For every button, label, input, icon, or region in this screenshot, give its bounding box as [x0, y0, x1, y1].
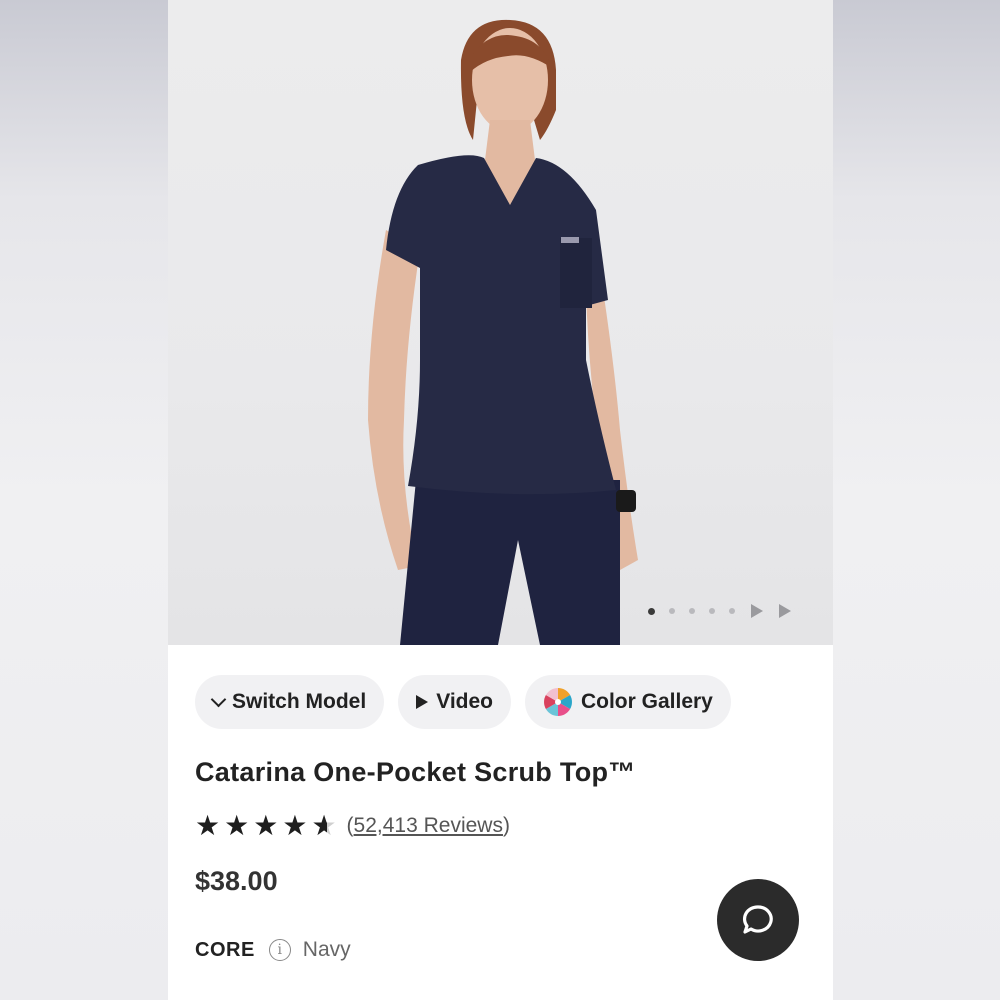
color-gallery-label: Color Gallery	[580, 690, 713, 713]
star-icon: ★	[282, 809, 308, 842]
carousel-indicator[interactable]	[648, 604, 791, 618]
product-rating[interactable]: ★ ★ ★ ★ ★ ★ (52,413 Reviews)	[195, 812, 510, 840]
video-play-indicator-icon[interactable]	[751, 604, 763, 618]
carousel-dot[interactable]	[709, 608, 715, 614]
play-icon	[416, 695, 429, 709]
star-icon: ★	[253, 809, 279, 842]
media-actions: Switch Model Video Color Gallery	[195, 675, 731, 729]
color-gallery-button[interactable]: Color Gallery	[524, 675, 731, 729]
switch-model-label: Switch Model	[232, 690, 367, 713]
reviews-count: (52,413 Reviews)	[347, 814, 510, 838]
reviews-link[interactable]: 52,413 Reviews	[354, 814, 503, 837]
collection-color-row: CORE i Navy	[195, 938, 351, 962]
chat-icon	[742, 905, 773, 934]
backdrop-left	[0, 0, 168, 1000]
product-image-carousel[interactable]	[168, 0, 833, 645]
star-icon: ★	[195, 809, 221, 842]
carousel-dot[interactable]	[729, 608, 735, 614]
carousel-dot-active[interactable]	[648, 607, 655, 615]
collection-label: CORE	[195, 938, 255, 961]
reviews-paren-open: (	[346, 814, 354, 837]
star-icon: ★	[224, 809, 250, 842]
product-page: Switch Model Video Color Gallery Catarin…	[168, 0, 833, 1000]
video-play-indicator-icon[interactable]	[779, 604, 791, 618]
selected-color: Navy	[302, 938, 351, 961]
product-title: Catarina One-Pocket Scrub Top™	[195, 757, 636, 787]
backdrop-right	[833, 0, 1000, 1000]
star-half-icon: ★ ★	[311, 809, 337, 842]
carousel-dot[interactable]	[669, 608, 675, 614]
video-label: Video	[436, 690, 493, 713]
product-photo	[368, 19, 638, 645]
info-icon[interactable]: i	[268, 939, 291, 961]
carousel-dot[interactable]	[689, 608, 695, 614]
color-wheel-icon	[543, 687, 573, 717]
chevron-down-icon	[210, 691, 227, 707]
chat-button[interactable]	[717, 879, 799, 961]
reviews-paren-close: )	[502, 814, 510, 837]
product-price: $38.00	[195, 866, 278, 896]
star-rating: ★ ★ ★ ★ ★ ★	[195, 812, 337, 840]
switch-model-button[interactable]: Switch Model	[195, 675, 385, 729]
video-button[interactable]: Video	[398, 675, 511, 729]
